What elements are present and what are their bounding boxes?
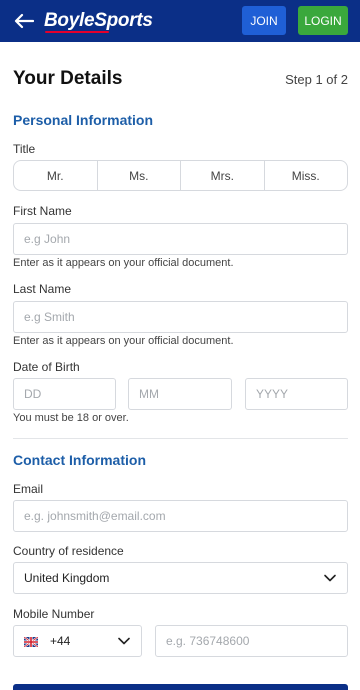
last-name-label: Last Name	[13, 282, 72, 296]
phone-code-value: +44	[50, 634, 71, 648]
phone-code-select[interactable]: +44	[13, 625, 142, 657]
dob-label: Date of Birth	[13, 360, 80, 374]
title-label: Title	[13, 142, 36, 156]
title-selector: Mr. Ms. Mrs. Miss.	[13, 160, 348, 191]
country-select[interactable]: United Kingdom	[13, 562, 348, 594]
login-button[interactable]: LOGIN	[298, 6, 348, 35]
email-input[interactable]: e.g. johnsmith@email.com	[13, 500, 348, 532]
country-label: Country of residence	[13, 544, 124, 558]
last-name-placeholder: e.g Smith	[24, 310, 75, 324]
chevron-down-icon	[117, 634, 131, 648]
last-name-input[interactable]: e.g Smith	[13, 301, 348, 333]
continue-button[interactable]	[13, 684, 348, 690]
title-option-mr[interactable]: Mr.	[14, 161, 98, 190]
first-name-input[interactable]: e.g John	[13, 223, 348, 255]
title-option-mrs[interactable]: Mrs.	[181, 161, 265, 190]
top-bar: BoyleSports JOIN LOGIN	[0, 0, 360, 42]
dob-month-placeholder: MM	[139, 387, 159, 401]
dob-day-placeholder: DD	[24, 387, 42, 401]
section-divider	[13, 438, 348, 439]
step-indicator: Step 1 of 2	[285, 72, 348, 87]
uk-flag-icon	[23, 636, 39, 648]
mobile-number-placeholder: e.g. 736748600	[166, 634, 250, 648]
chevron-down-icon	[323, 571, 337, 585]
dob-year-input[interactable]: YYYY	[245, 378, 348, 410]
dob-day-input[interactable]: DD	[13, 378, 116, 410]
country-value: United Kingdom	[24, 571, 110, 585]
first-name-placeholder: e.g John	[24, 232, 71, 246]
personal-info-heading: Personal Information	[13, 112, 154, 128]
first-name-hint: Enter as it appears on your official doc…	[13, 257, 234, 269]
email-label: Email	[13, 482, 44, 496]
last-name-hint: Enter as it appears on your official doc…	[13, 335, 234, 347]
logo-swoosh	[45, 31, 109, 33]
email-placeholder: e.g. johnsmith@email.com	[24, 509, 166, 523]
back-arrow-icon[interactable]	[12, 10, 36, 32]
dob-year-placeholder: YYYY	[256, 387, 289, 401]
first-name-label: First Name	[13, 204, 72, 218]
mobile-label: Mobile Number	[13, 607, 95, 621]
join-button[interactable]: JOIN	[242, 6, 286, 35]
mobile-number-input[interactable]: e.g. 736748600	[155, 625, 348, 657]
title-option-miss[interactable]: Miss.	[265, 161, 348, 190]
title-option-ms[interactable]: Ms.	[98, 161, 181, 190]
dob-hint: You must be 18 or over.	[13, 412, 129, 424]
contact-info-heading: Contact Information	[13, 452, 146, 468]
dob-month-input[interactable]: MM	[128, 378, 232, 410]
page-title: Your Details	[13, 68, 123, 89]
